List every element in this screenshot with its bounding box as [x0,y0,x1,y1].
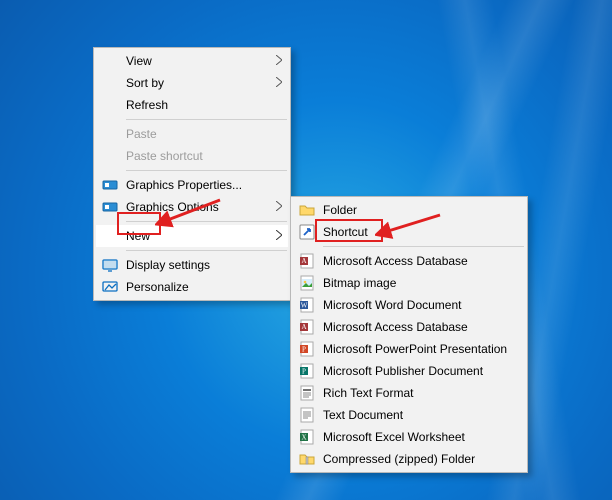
menu-item-label: Microsoft PowerPoint Presentation [323,342,507,356]
menu-separator [126,221,287,222]
chevron-right-icon [276,76,282,90]
menu-item-view[interactable]: View [96,50,288,72]
menu-item-refresh[interactable]: Refresh [96,94,288,116]
submenu-item-word-document[interactable]: W Microsoft Word Document [293,294,525,316]
menu-item-label: Folder [323,203,357,217]
menu-item-label: Compressed (zipped) Folder [323,452,475,466]
menu-separator [126,250,287,251]
menu-separator [126,170,287,171]
desktop-background: { "context_menu": { "view": "View", "sor… [0,0,612,500]
submenu-item-rich-text-format[interactable]: Rich Text Format [293,382,525,404]
submenu-item-publisher-document[interactable]: P Microsoft Publisher Document [293,360,525,382]
menu-item-label: Microsoft Excel Worksheet [323,430,465,444]
personalize-icon [102,279,118,295]
submenu-item-folder[interactable]: Folder [293,199,525,221]
menu-item-label: Personalize [126,280,189,294]
powerpoint-file-icon: P [299,341,315,357]
chevron-right-icon [276,54,282,68]
shortcut-icon [299,224,315,240]
menu-item-label: View [126,54,152,68]
menu-item-personalize[interactable]: Personalize [96,276,288,298]
menu-item-label: Microsoft Word Document [323,298,462,312]
menu-item-label: Paste shortcut [126,149,203,163]
excel-file-icon: X [299,429,315,445]
svg-text:A: A [301,257,306,265]
bitmap-file-icon [299,275,315,291]
svg-text:P: P [302,346,306,354]
menu-item-label: Bitmap image [323,276,396,290]
graphics-options-icon [102,199,118,215]
svg-text:A: A [301,323,306,331]
menu-item-graphics-properties[interactable]: Graphics Properties... [96,174,288,196]
menu-item-label: Sort by [126,76,164,90]
menu-item-label: Shortcut [323,225,368,239]
new-submenu: Folder Shortcut A Microsoft Access Datab… [290,196,528,473]
publisher-file-icon: P [299,363,315,379]
menu-item-graphics-options[interactable]: Graphics Options [96,196,288,218]
menu-item-label: Microsoft Publisher Document [323,364,483,378]
menu-item-label: Graphics Options [126,200,219,214]
svg-text:X: X [301,434,306,442]
menu-item-label: Graphics Properties... [126,178,242,192]
submenu-item-shortcut[interactable]: Shortcut [293,221,525,243]
menu-item-label: Microsoft Access Database [323,254,468,268]
svg-text:W: W [301,302,308,310]
menu-item-new[interactable]: New [96,225,288,247]
menu-item-display-settings[interactable]: Display settings [96,254,288,276]
menu-item-label: Refresh [126,98,168,112]
menu-separator [323,246,524,247]
submenu-item-text-document[interactable]: Text Document [293,404,525,426]
word-file-icon: W [299,297,315,313]
submenu-item-access-database-2[interactable]: A Microsoft Access Database [293,316,525,338]
chevron-right-icon [276,229,282,243]
submenu-item-excel-worksheet[interactable]: X Microsoft Excel Worksheet [293,426,525,448]
display-settings-icon [102,257,118,273]
submenu-item-powerpoint-presentation[interactable]: P Microsoft PowerPoint Presentation [293,338,525,360]
access-file-icon: A [299,319,315,335]
desktop-context-menu: View Sort by Refresh Paste Paste shortcu… [93,47,291,301]
svg-text:P: P [302,368,306,376]
menu-item-label: Text Document [323,408,403,422]
zip-folder-icon [299,451,315,467]
menu-item-paste-shortcut: Paste shortcut [96,145,288,167]
access-file-icon: A [299,253,315,269]
rtf-file-icon [299,385,315,401]
menu-item-label: New [126,229,150,243]
menu-separator [126,119,287,120]
folder-icon [299,202,315,218]
submenu-item-bitmap-image[interactable]: Bitmap image [293,272,525,294]
menu-item-label: Paste [126,127,157,141]
menu-item-label: Rich Text Format [323,386,413,400]
chevron-right-icon [276,200,282,214]
menu-item-label: Display settings [126,258,210,272]
submenu-item-access-database[interactable]: A Microsoft Access Database [293,250,525,272]
submenu-item-compressed-folder[interactable]: Compressed (zipped) Folder [293,448,525,470]
menu-item-paste: Paste [96,123,288,145]
graphics-properties-icon [102,177,118,193]
text-file-icon [299,407,315,423]
menu-item-sort-by[interactable]: Sort by [96,72,288,94]
menu-item-label: Microsoft Access Database [323,320,468,334]
